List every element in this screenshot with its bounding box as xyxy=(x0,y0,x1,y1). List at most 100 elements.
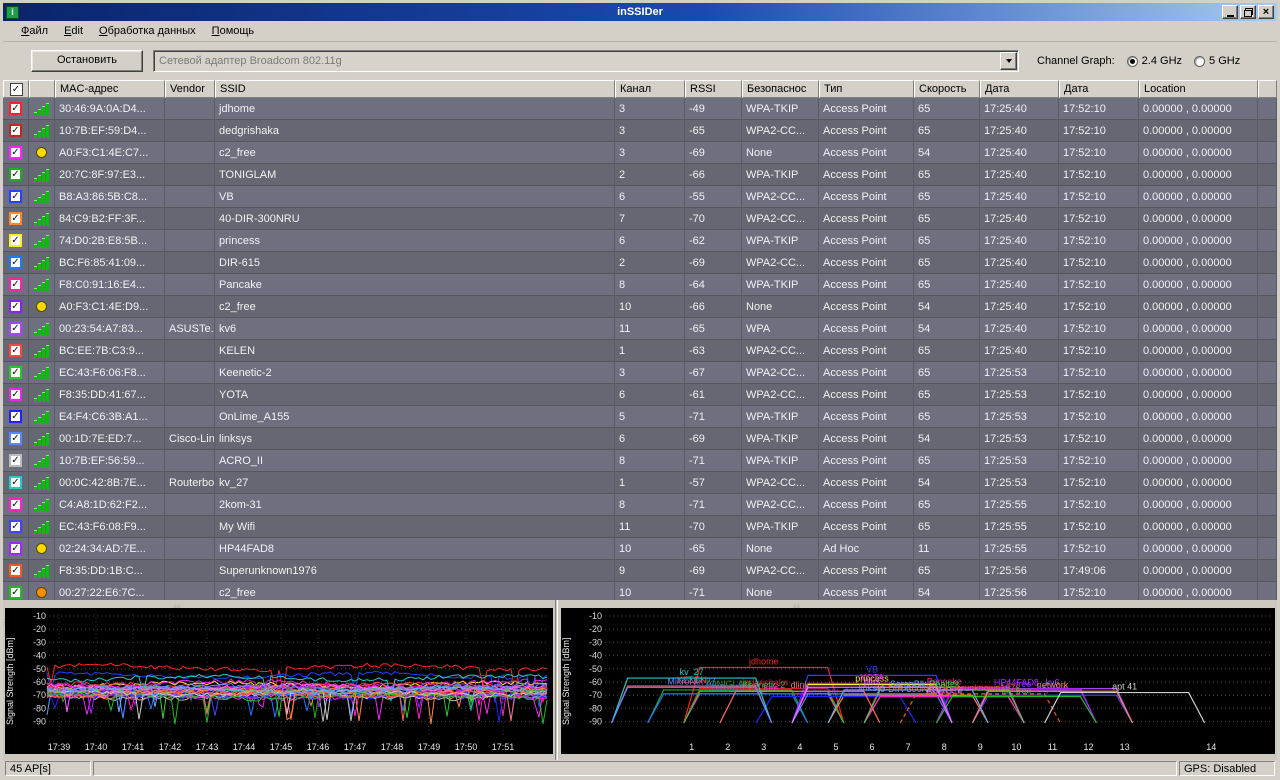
row-checkbox[interactable]: ✓ xyxy=(9,410,22,423)
row-checkbox[interactable]: ✓ xyxy=(9,542,22,555)
table-row[interactable]: ✓EC:43:F6:06:F8...Keenetic-23-67WPA2-CC.… xyxy=(3,362,1277,384)
radio-5ghz[interactable]: 5 GHz xyxy=(1194,55,1240,67)
column-header-mac-адрес[interactable]: MAC-адрес xyxy=(55,80,165,98)
stop-button[interactable]: Остановить xyxy=(31,50,143,72)
menu-item-3[interactable]: Обработка данных xyxy=(91,23,204,39)
row-checkbox-cell[interactable]: ✓ xyxy=(3,472,29,494)
row-checkbox[interactable]: ✓ xyxy=(9,146,22,159)
table-row[interactable]: ✓BC:EE:7B:C3:9...KELEN1-63WPA2-CC...Acce… xyxy=(3,340,1277,362)
menu-item-2[interactable]: Edit xyxy=(56,23,91,39)
table-row[interactable]: ✓20:7C:8F:97:E3...TONIGLAM2-66WPA-TKIPAc… xyxy=(3,164,1277,186)
close-button[interactable]: × xyxy=(1258,5,1274,19)
table-row[interactable]: ✓BC:F6:85:41:09...DIR-6152-69WPA2-CC...A… xyxy=(3,252,1277,274)
row-checkbox-cell[interactable]: ✓ xyxy=(3,98,29,120)
table-row[interactable]: ✓A0:F3:C1:4E:C7...c2_free3-69NoneAccess … xyxy=(3,142,1277,164)
table-row[interactable]: ✓00:1D:7E:ED:7...Cisco-Lin...linksys6-69… xyxy=(3,428,1277,450)
table-row[interactable]: ✓74:D0:2B:E8:5B...princess6-62WPA-TKIPAc… xyxy=(3,230,1277,252)
row-checkbox-cell[interactable]: ✓ xyxy=(3,494,29,516)
table-row[interactable]: ✓00:27:22:E6:7C...c2_free10-71NoneAccess… xyxy=(3,582,1277,600)
row-checkbox[interactable]: ✓ xyxy=(9,278,22,291)
column-header-безопаснос[interactable]: Безопаснос xyxy=(742,80,819,98)
row-checkbox[interactable]: ✓ xyxy=(9,564,22,577)
row-checkbox[interactable]: ✓ xyxy=(9,344,22,357)
row-checkbox[interactable]: ✓ xyxy=(9,124,22,137)
table-row[interactable]: ✓A0:F3:C1:4E:D9...c2_free10-66NoneAccess… xyxy=(3,296,1277,318)
table-row[interactable]: ✓B8:A3:86:5B:C8...VB6-55WPA2-CC...Access… xyxy=(3,186,1277,208)
row-checkbox-cell[interactable]: ✓ xyxy=(3,230,29,252)
row-checkbox[interactable]: ✓ xyxy=(9,256,22,269)
select-all-checkbox[interactable]: ✓ xyxy=(10,83,23,96)
radio-24ghz-control[interactable] xyxy=(1127,56,1138,67)
row-checkbox[interactable]: ✓ xyxy=(9,520,22,533)
row-checkbox[interactable]: ✓ xyxy=(9,498,22,511)
restore-button[interactable] xyxy=(1240,5,1256,19)
row-checkbox[interactable]: ✓ xyxy=(9,388,22,401)
table-row[interactable]: ✓10:7B:EF:56:59...ACRO_II8-71WPA-TKIPAcc… xyxy=(3,450,1277,472)
row-checkbox-cell[interactable]: ✓ xyxy=(3,406,29,428)
table-row[interactable]: ✓F8:C0:91:16:E4...Pancake8-64WPA-TKIPAcc… xyxy=(3,274,1277,296)
adapter-dropdown-button[interactable] xyxy=(1000,52,1017,70)
row-checkbox-cell[interactable]: ✓ xyxy=(3,252,29,274)
row-checkbox-cell[interactable]: ✓ xyxy=(3,450,29,472)
row-checkbox-cell[interactable]: ✓ xyxy=(3,208,29,230)
select-all-header[interactable]: ✓ xyxy=(3,80,29,98)
row-checkbox[interactable]: ✓ xyxy=(9,234,22,247)
row-checkbox-cell[interactable]: ✓ xyxy=(3,560,29,582)
titlebar[interactable]: i inSSIDer × xyxy=(3,3,1277,21)
column-header-скорость[interactable]: Скорость xyxy=(914,80,980,98)
menu-item-1[interactable]: Файл xyxy=(13,23,56,39)
table-row[interactable]: ✓C4:A8:1D:62:F2...2kom-318-71WPA2-CC...A… xyxy=(3,494,1277,516)
row-checkbox[interactable]: ✓ xyxy=(9,366,22,379)
row-checkbox-cell[interactable]: ✓ xyxy=(3,274,29,296)
table-row[interactable]: ✓00:0C:42:8B:7E...Routerbo...kv_271-57WP… xyxy=(3,472,1277,494)
menu-item-4[interactable]: Помощь xyxy=(204,23,263,39)
row-checkbox[interactable]: ✓ xyxy=(9,190,22,203)
table-row[interactable]: ✓10:7B:EF:59:D4...dedgrishaka3-65WPA2-CC… xyxy=(3,120,1277,142)
row-checkbox-cell[interactable]: ✓ xyxy=(3,186,29,208)
table-row[interactable]: ✓E4:F4:C6:3B:A1...OnLime_A1555-71WPA-TKI… xyxy=(3,406,1277,428)
column-header-дата[interactable]: Дата xyxy=(980,80,1059,98)
row-checkbox[interactable]: ✓ xyxy=(9,432,22,445)
column-header-тип[interactable]: Тип xyxy=(819,80,914,98)
row-checkbox-cell[interactable]: ✓ xyxy=(3,582,29,600)
row-checkbox[interactable]: ✓ xyxy=(9,586,22,599)
adapter-combobox[interactable]: Сетевой адаптер Broadcom 802.11g xyxy=(153,50,1019,72)
row-checkbox[interactable]: ✓ xyxy=(9,212,22,225)
column-header-ssid[interactable]: SSID xyxy=(215,80,615,98)
column-header-location[interactable]: Location xyxy=(1139,80,1258,98)
row-checkbox-cell[interactable]: ✓ xyxy=(3,516,29,538)
table-row[interactable]: ✓00:23:54:A7:83...ASUSTe...kv611-65WPAAc… xyxy=(3,318,1277,340)
row-checkbox-cell[interactable]: ✓ xyxy=(3,296,29,318)
row-checkbox[interactable]: ✓ xyxy=(9,102,22,115)
table-row[interactable]: ✓30:46:9A:0A:D4...jdhome3-49WPA-TKIPAcce… xyxy=(3,98,1277,120)
row-checkbox-cell[interactable]: ✓ xyxy=(3,538,29,560)
radio-5ghz-control[interactable] xyxy=(1194,56,1205,67)
row-checkbox-cell[interactable]: ✓ xyxy=(3,120,29,142)
row-checkbox[interactable]: ✓ xyxy=(9,454,22,467)
column-header-дата[interactable]: Дата xyxy=(1059,80,1139,98)
row-checkbox[interactable]: ✓ xyxy=(9,322,22,335)
table-row[interactable]: ✓84:C9:B2:FF:3F...40-DIR-300NRU7-70WPA2-… xyxy=(3,208,1277,230)
row-checkbox-cell[interactable]: ✓ xyxy=(3,428,29,450)
row-checkbox-cell[interactable]: ✓ xyxy=(3,164,29,186)
radio-24ghz[interactable]: 2.4 GHz xyxy=(1127,55,1182,67)
column-header-rssi[interactable]: RSSI xyxy=(685,80,742,98)
column-header-vendor[interactable]: Vendor xyxy=(165,80,215,98)
table-row[interactable]: ✓F8:35:DD:1B:C...Superunknown19769-69WPA… xyxy=(3,560,1277,582)
table-row[interactable]: ✓F8:35:DD:41:67...YOTA6-61WPA2-CC...Acce… xyxy=(3,384,1277,406)
row-checkbox-cell[interactable]: ✓ xyxy=(3,142,29,164)
row-checkbox[interactable]: ✓ xyxy=(9,168,22,181)
row-checkbox[interactable]: ✓ xyxy=(9,476,22,489)
row-checkbox-cell[interactable]: ✓ xyxy=(3,318,29,340)
signal-bars-icon xyxy=(34,102,49,116)
row-checkbox-cell[interactable]: ✓ xyxy=(3,340,29,362)
row-checkbox-cell[interactable]: ✓ xyxy=(3,384,29,406)
type-cell: Access Point xyxy=(819,186,914,208)
speed-cell: 65 xyxy=(914,384,980,406)
minimize-button[interactable] xyxy=(1222,5,1238,19)
row-checkbox-cell[interactable]: ✓ xyxy=(3,362,29,384)
table-row[interactable]: ✓EC:43:F6:08:F9...My Wifi11-70WPA-TKIPAc… xyxy=(3,516,1277,538)
row-checkbox[interactable]: ✓ xyxy=(9,300,22,313)
column-header-канал[interactable]: Канал xyxy=(615,80,685,98)
table-row[interactable]: ✓02:24:34:AD:7E...HP44FAD810-65NoneAd Ho… xyxy=(3,538,1277,560)
